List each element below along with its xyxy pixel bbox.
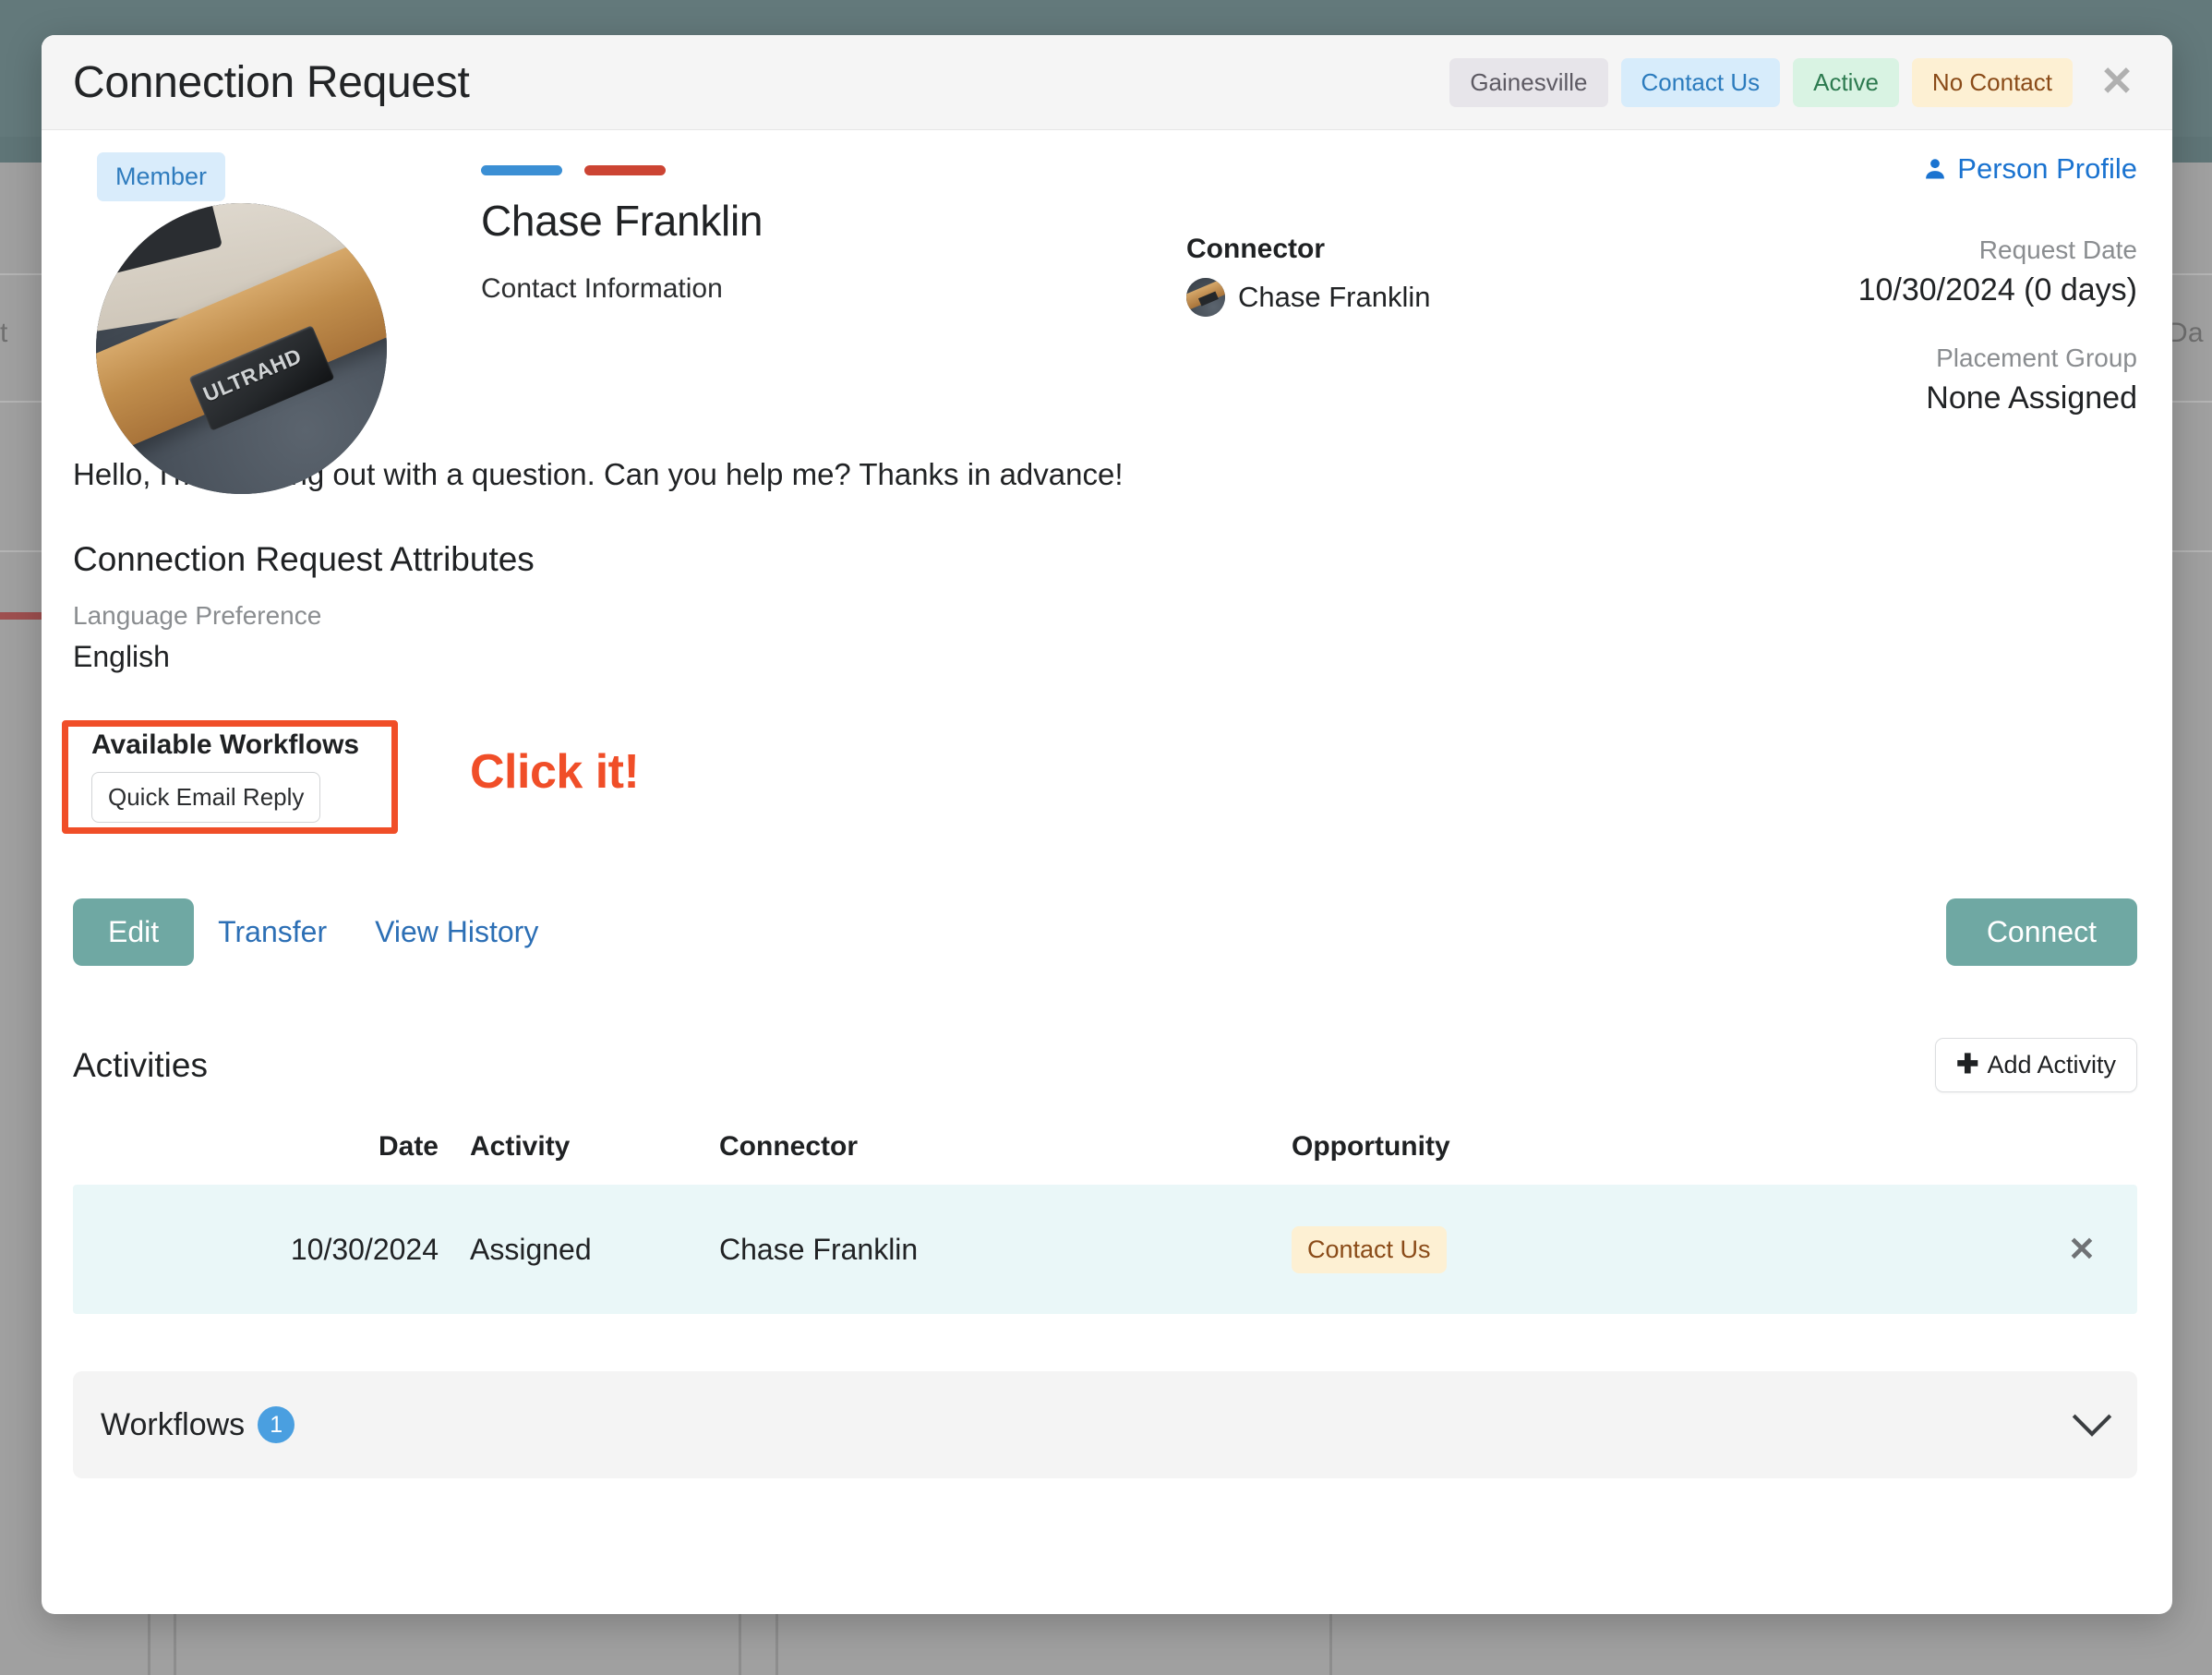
table-row[interactable]: 10/30/2024 Assigned Chase Franklin Conta… [73,1185,2137,1314]
workflows-accordion[interactable]: Workflows 1 [73,1371,2137,1478]
connector-row: Chase Franklin [1186,278,1703,317]
connector-avatar [1186,278,1225,317]
header-badge-group: Gainesville Contact Us Active No Contact… [1449,57,2137,107]
attribute-value-language: English [73,640,170,673]
remove-row-icon[interactable]: ✕ [2068,1230,2096,1268]
background-text-fragment-right: Da [2168,318,2204,348]
request-date-label: Request Date [1978,235,2137,264]
workflow-chip-quick-email-reply[interactable]: Quick Email Reply [91,772,321,823]
connect-button[interactable]: Connect [1945,898,2137,966]
chevron-down-icon[interactable] [2072,1397,2112,1437]
accent-bar-red [584,165,666,175]
connector-name: Chase Franklin [1238,281,1431,313]
member-badge: Member [97,152,226,201]
status-badge-state[interactable]: Active [1793,57,1899,107]
table-header-row: Date Activity Connector Opportunity [73,1131,2137,1185]
background-bottom-strip [0,1611,2212,1675]
add-activity-button[interactable]: ✚ Add Activity [1935,1038,2137,1092]
opportunity-badge: Contact Us [1292,1225,1447,1273]
connector-block: Connector Chase Franklin [1186,152,1703,416]
background-vertical-rule [1329,1611,1332,1675]
background-vertical-rule [775,1611,778,1675]
identity-section: Member ULTRAHD Chase Franklin Contact In… [73,152,2137,494]
connection-request-modal: Connection Request Gainesville Contact U… [42,35,2172,1614]
plus-icon: ✚ [1956,1050,1979,1079]
status-badge-contact[interactable]: No Contact [1911,57,2073,107]
person-name: Chase Franklin [481,197,763,245]
add-activity-label: Add Activity [1987,1051,2116,1079]
placement-group-label: Placement Group [1936,343,2137,372]
action-bar: Edit Transfer View History Connect [73,898,2137,966]
status-badge-opportunity[interactable]: Contact Us [1620,57,1781,107]
connector-label: Connector [1186,234,1325,264]
avatar-column: Member ULTRAHD [73,152,415,494]
background-vertical-rule [174,1611,176,1675]
cell-connector: Chase Franklin [719,1232,919,1266]
person-icon [1926,159,1945,179]
cell-opportunity: Contact Us [1292,1225,2026,1273]
column-header-opportunity: Opportunity [1292,1131,1450,1162]
cell-remove: ✕ [2026,1230,2137,1269]
accent-bars [481,165,1186,175]
column-header-activity: Activity [470,1131,571,1162]
meta-block: Person Profile Request Date 10/30/2024 (… [1703,152,2137,416]
status-badge-location[interactable]: Gainesville [1449,57,1608,107]
background-vertical-rule [148,1611,150,1675]
background-text-fragment-left: t [0,318,8,348]
available-workflows-section: Available Workflows Quick Email Reply Cl… [62,720,2137,836]
workflows-count-badge: 1 [258,1406,295,1443]
workflows-accordion-title: Workflows [101,1406,246,1442]
modal-header: Connection Request Gainesville Contact U… [42,35,2172,130]
close-icon[interactable]: ✕ [2097,62,2137,102]
activities-header: Activities ✚ Add Activity [73,1038,2137,1092]
column-header-connector: Connector [719,1131,858,1162]
activities-table: Date Activity Connector Opportunity 10/3… [73,1131,2137,1314]
page-title: Connection Request [73,57,470,107]
person-profile-link[interactable]: Person Profile [1922,152,2137,186]
available-workflows-title: Available Workflows [91,729,360,760]
modal-body: Member ULTRAHD Chase Franklin Contact In… [42,130,2172,1478]
background-vertical-rule [739,1611,741,1675]
available-workflows-content: Available Workflows Quick Email Reply [91,729,396,823]
identity-main: Chase Franklin Contact Information [415,152,1186,416]
cell-date: 10/30/2024 [290,1232,439,1266]
cell-activity: Assigned [470,1232,592,1266]
placement-group-value: None Assigned [1926,380,2137,416]
activities-title: Activities [73,1045,208,1084]
contact-information-label: Contact Information [481,273,723,304]
attributes-section-title: Connection Request Attributes [73,540,535,578]
edit-button[interactable]: Edit [73,898,195,966]
column-header-date: Date [378,1131,439,1162]
transfer-button[interactable]: Transfer [194,898,351,966]
attribute-label-language: Language Preference [73,601,322,630]
annotation-click-it: Click it! [470,745,640,799]
view-history-button[interactable]: View History [351,898,562,966]
request-date-value: 10/30/2024 (0 days) [1857,272,2137,307]
person-profile-label: Person Profile [1957,152,2137,185]
avatar: ULTRAHD [96,203,387,494]
accent-bar-blue [481,165,562,175]
